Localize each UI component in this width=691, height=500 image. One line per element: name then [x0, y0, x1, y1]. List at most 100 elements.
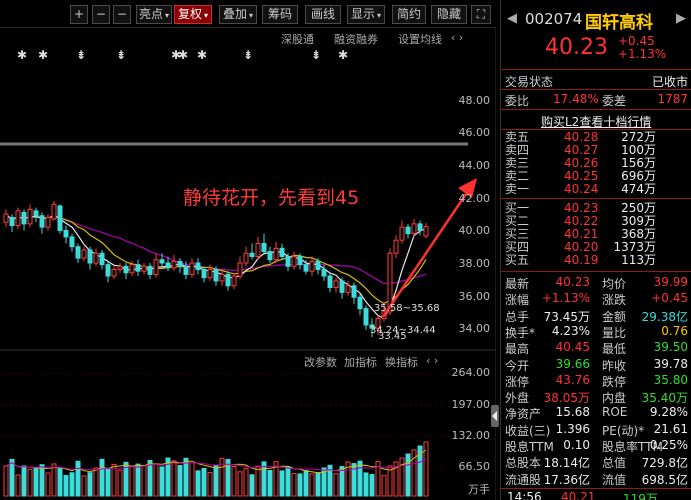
- volume-bar: [3, 465, 9, 497]
- stat-label: 总值: [602, 456, 627, 471]
- candle-body: [363, 308, 369, 326]
- volume-bar: [231, 465, 237, 497]
- candle-body: [117, 265, 123, 271]
- bid-volume: 113万: [621, 253, 656, 267]
- stat-label: 净资产: [505, 407, 542, 422]
- stat-label: 涨跌: [602, 293, 627, 308]
- l2-link[interactable]: 购买L2查看十档行情: [541, 113, 651, 130]
- stat-label: 今开: [505, 358, 530, 373]
- candle-body: [9, 216, 15, 227]
- volume-bar: [39, 464, 45, 497]
- ask-price: 40.24: [564, 182, 599, 196]
- candle-body: [357, 296, 363, 310]
- candle-body: [189, 262, 195, 275]
- volume-bar: [195, 470, 201, 497]
- stat-value: 40.45: [555, 340, 590, 355]
- stat-value: 9.28%: [649, 405, 688, 420]
- stat-label: PE(动)*: [602, 423, 645, 438]
- stat-value: 73.45万: [543, 309, 590, 324]
- candle-body: [411, 223, 417, 235]
- stat-label: 换手*: [505, 325, 536, 340]
- expand-panel-button[interactable]: [491, 405, 499, 427]
- candle-body: [69, 236, 75, 248]
- edit-params-link[interactable]: 改参数: [304, 354, 337, 370]
- volume-tick: 197.00: [451, 398, 491, 411]
- last-price: 40.23: [545, 35, 608, 60]
- ask-label: 卖一: [505, 182, 530, 196]
- status-label: 交易状态: [505, 75, 554, 89]
- add-indicator-link[interactable]: 加指标: [344, 354, 377, 370]
- stat-label: 涨停: [505, 374, 530, 389]
- volume-bar: [9, 458, 15, 497]
- volume-bar: [69, 472, 75, 497]
- stat-label: 内盘: [602, 391, 627, 406]
- volume-bar: [171, 460, 177, 497]
- candle-body: [15, 210, 21, 227]
- candle-body: [297, 255, 303, 266]
- candle-body: [315, 260, 321, 271]
- prev-stock-icon[interactable]: ◀: [507, 11, 517, 26]
- stock-code: 002074: [525, 10, 583, 28]
- stat-value: +1.13%: [541, 291, 590, 306]
- volume-bar: [309, 473, 315, 497]
- volume-bar: [153, 463, 159, 497]
- stat-label: 外盘: [505, 391, 530, 406]
- candle-body: [147, 265, 153, 275]
- volume-bar: [213, 465, 219, 497]
- price-tick: 36.00: [458, 290, 491, 303]
- ma-line-white: [5, 213, 427, 320]
- stats-row: 流通股 17.36亿 流值 698.5亿: [501, 471, 691, 487]
- volume-bar: [93, 467, 99, 497]
- volume-bar: [75, 460, 81, 497]
- stat-label: 昨收: [602, 358, 627, 373]
- volume-bar: [399, 457, 405, 497]
- ask-row: 卖一 40.24 474万: [501, 183, 691, 196]
- stat-value: 0.10: [563, 438, 590, 452]
- volume-bar: [177, 465, 183, 497]
- candle-body: [33, 210, 39, 217]
- volume-bar: [159, 466, 165, 497]
- volume-bar: [285, 466, 291, 497]
- chevron-left-icon: [492, 411, 497, 421]
- volume-tick: 264.00: [451, 366, 491, 379]
- candle-body: [183, 265, 189, 275]
- price-label-high: 35.58~35.68: [374, 303, 440, 314]
- stat-value: 38.05万: [543, 391, 590, 406]
- candle-body: [153, 259, 159, 275]
- next-stock-icon[interactable]: ▶: [676, 11, 686, 26]
- volume-bar: [57, 467, 63, 497]
- candle-body: [351, 285, 357, 298]
- stat-label: 最高: [505, 342, 530, 357]
- candle-body: [99, 252, 105, 266]
- volume-bar: [15, 474, 21, 497]
- weibi-value: 17.48%: [553, 92, 599, 106]
- stat-label: 流值: [602, 472, 627, 487]
- candle-body: [105, 264, 111, 277]
- bid-row: 买五 40.19 113万: [501, 254, 691, 267]
- status-value: 已收市: [651, 75, 688, 89]
- volume-bar: [405, 453, 411, 497]
- price-tick: 34.00: [458, 322, 491, 335]
- volume-bar: [21, 465, 27, 497]
- ma-line-yellow: [5, 213, 427, 305]
- candle-body: [231, 275, 237, 287]
- stat-value: 1.396: [555, 421, 590, 436]
- candle-body: [111, 269, 117, 277]
- stat-value: 4.23%: [551, 323, 590, 338]
- scroll-arrows[interactable]: ‹ ›: [426, 354, 438, 367]
- price-tick: 44.00: [458, 159, 491, 172]
- volume-bar: [381, 475, 387, 497]
- volume-tick: 132.00: [451, 429, 491, 442]
- stat-value: 15.68: [555, 405, 590, 420]
- volume-bar: [117, 469, 123, 497]
- change-indicator-link[interactable]: 换指标: [385, 354, 418, 370]
- volume-bar: [147, 459, 153, 497]
- candle-body: [93, 252, 99, 264]
- candle-body: [225, 273, 231, 287]
- stat-label: 跌停: [602, 374, 627, 389]
- candle-body: [255, 242, 261, 257]
- stats-row: 涨幅 +1.13% 涨跌 +0.45: [501, 291, 691, 307]
- kline-chart[interactable]: [0, 0, 496, 500]
- stat-label: 涨幅: [505, 293, 530, 308]
- quote-header: ◀ 002074 国轩高科 ▶ 40.23 +0.45 +1.13%: [501, 0, 691, 68]
